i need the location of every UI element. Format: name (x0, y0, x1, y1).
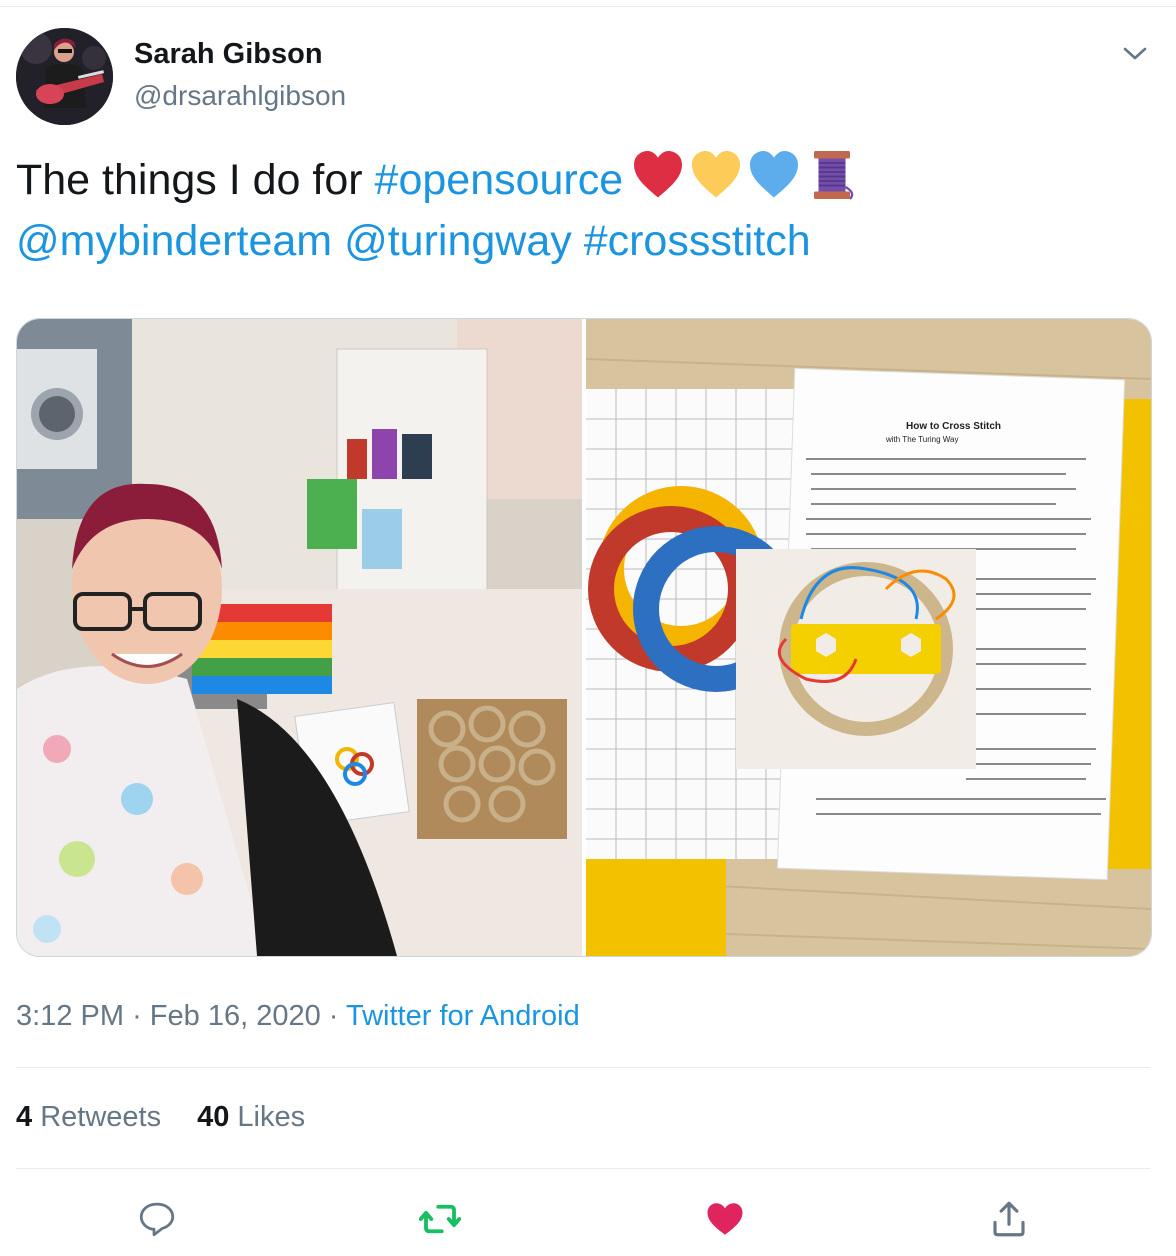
reply-button[interactable] (133, 1195, 181, 1243)
tweet-source-link[interactable]: Twitter for Android (346, 1000, 580, 1032)
retweets-stat[interactable]: 4 Retweets (16, 1101, 161, 1133)
media-gallery: How to Cross Stitch with The Turing Way (16, 318, 1152, 957)
divider (16, 1067, 1150, 1068)
emoji-group (631, 148, 859, 202)
tweet-text: The things I do for #opensource @mybinde… (16, 148, 1156, 272)
blue-heart-icon (750, 151, 799, 198)
photo-cross-stitch-kit[interactable]: How to Cross Stitch with The Turing Way (586, 319, 1151, 956)
mention-turingway[interactable]: @turingway (344, 217, 572, 265)
meta-separator: · (132, 1000, 142, 1032)
likes-label: Likes (237, 1101, 306, 1133)
share-icon (993, 1201, 1025, 1237)
photo-crafts-room[interactable] (17, 319, 582, 956)
avatar-image (16, 28, 113, 125)
doc-subtitle: with The Turing Way (885, 435, 958, 444)
share-button[interactable] (985, 1195, 1033, 1243)
top-border (0, 6, 1176, 7)
mention-mybinderteam[interactable]: @mybinderteam (16, 217, 332, 265)
tweet-text-plain: The things I do for (16, 156, 375, 204)
hashtag-crossstitch[interactable]: #crossstitch (584, 217, 811, 265)
retweet-icon (419, 1204, 461, 1234)
reply-icon (139, 1202, 175, 1237)
tweet-time[interactable]: 3:12 PM (16, 1000, 124, 1032)
likes-count: 40 (197, 1101, 230, 1133)
user-handle[interactable]: @drsarahlgibson (134, 80, 346, 112)
divider (16, 1168, 1150, 1169)
like-button[interactable] (701, 1195, 749, 1243)
retweet-button[interactable] (416, 1195, 464, 1243)
heart-filled-icon (707, 1203, 743, 1235)
doc-title: How to Cross Stitch (906, 421, 1001, 432)
red-heart-icon (634, 151, 683, 198)
thread-spool-icon (814, 151, 854, 200)
avatar[interactable] (16, 28, 113, 125)
user-name[interactable]: Sarah Gibson (134, 38, 323, 71)
retweets-label: Retweets (40, 1101, 162, 1133)
chevron-down-icon[interactable] (1120, 38, 1150, 68)
tweet-date[interactable]: Feb 16, 2020 (150, 1000, 321, 1032)
tweet-meta: 3:12 PM · Feb 16, 2020 · Twitter for And… (16, 1000, 580, 1033)
retweets-count: 4 (16, 1101, 33, 1133)
meta-separator: · (328, 1000, 339, 1032)
tweet-stats: 4 Retweets 40 Likes (16, 1101, 305, 1134)
yellow-heart-icon (692, 151, 741, 198)
likes-stat[interactable]: 40 Likes (197, 1101, 305, 1133)
hashtag-opensource[interactable]: #opensource (375, 156, 624, 204)
